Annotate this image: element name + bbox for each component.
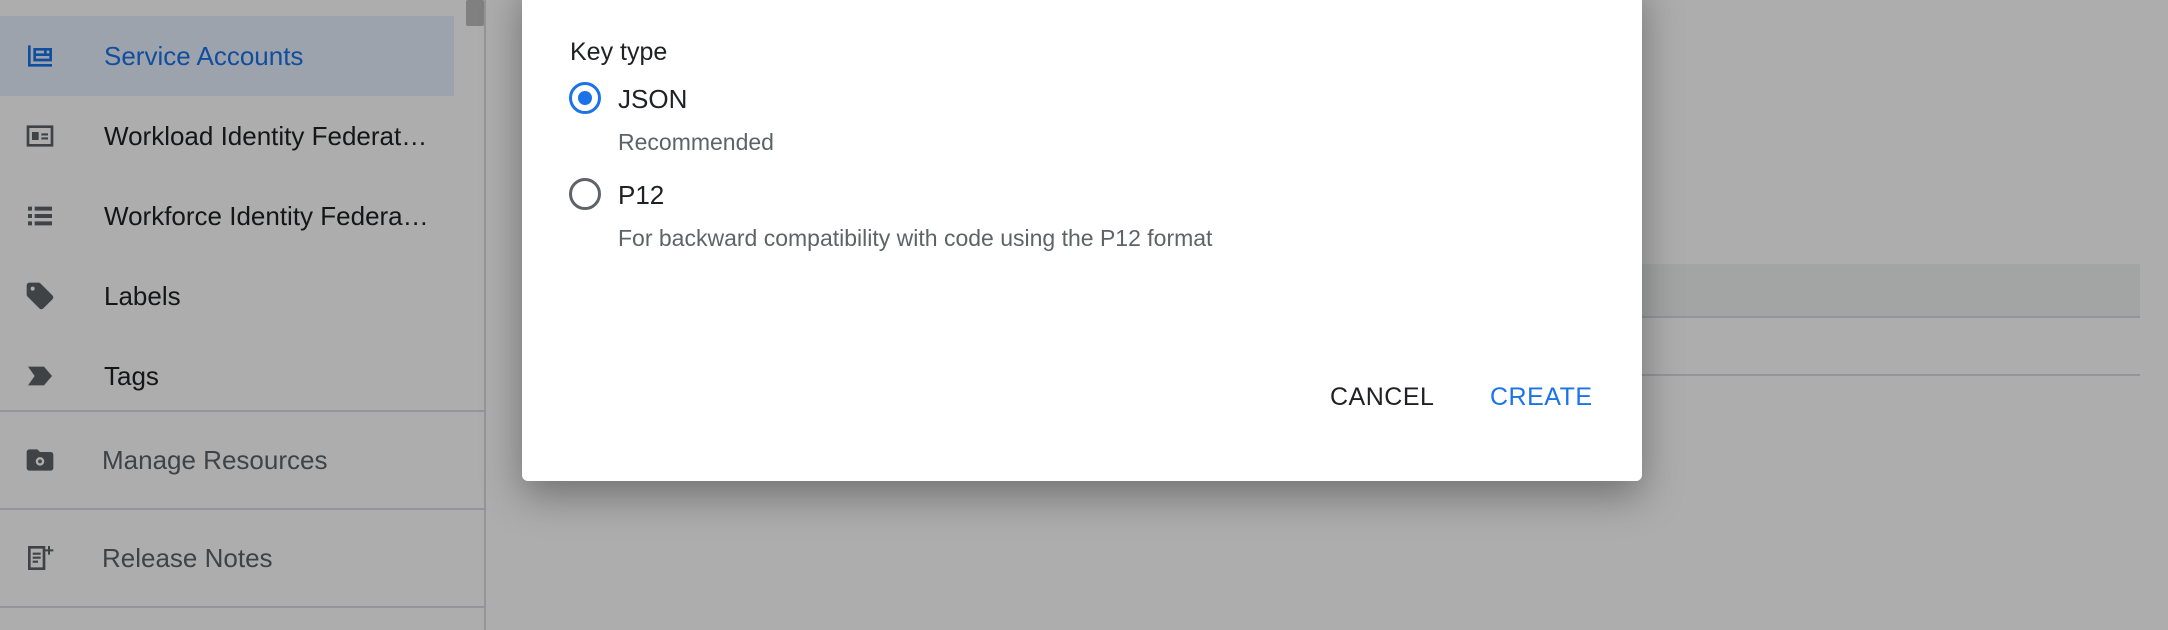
json-radio[interactable]: [569, 82, 601, 114]
cancel-button[interactable]: CANCEL: [1330, 376, 1434, 418]
key-type-heading: Key type: [570, 38, 668, 66]
create-button[interactable]: CREATE: [1490, 376, 1593, 418]
json-option-label[interactable]: JSON: [618, 84, 687, 115]
create-key-dialog: Key type JSON Recommended P12 For backwa…: [522, 0, 1642, 481]
p12-option-label[interactable]: P12: [618, 180, 664, 211]
p12-radio[interactable]: [569, 178, 601, 210]
p12-option-description: For backward compatibility with code usi…: [618, 225, 1213, 251]
json-option-description: Recommended: [618, 129, 774, 155]
